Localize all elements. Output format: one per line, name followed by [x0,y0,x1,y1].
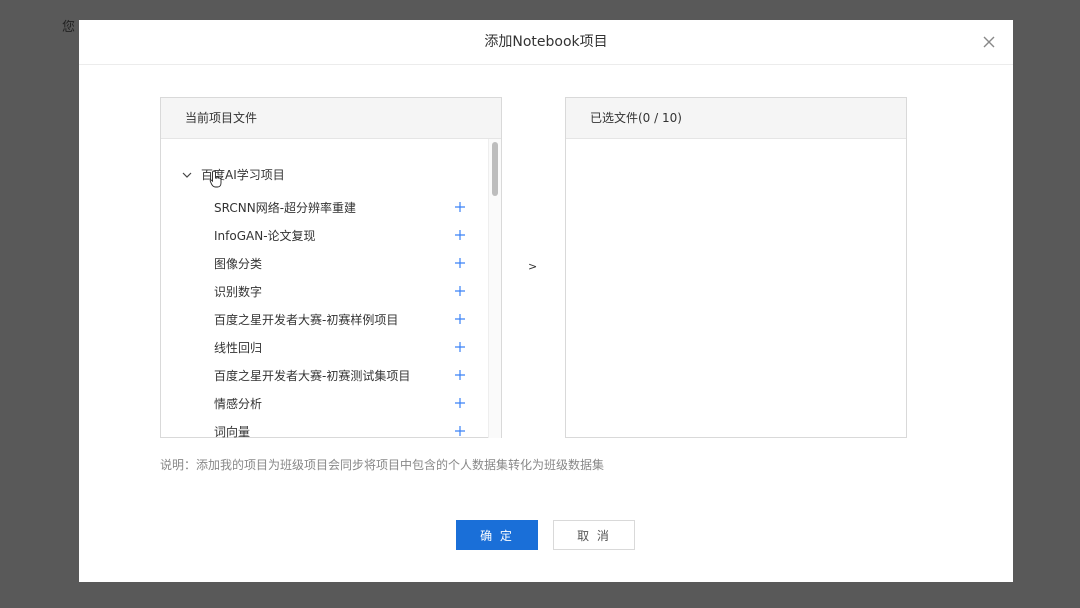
project-name: 线性回归 [214,340,263,355]
plus-icon[interactable] [454,313,466,325]
plus-icon[interactable] [454,229,466,241]
project-name: SRCNN网络-超分辨率重建 [214,200,357,215]
list-item[interactable]: 百度之星开发者大赛-初赛样例项目 [214,309,466,329]
list-item[interactable]: SRCNN网络-超分辨率重建 [214,197,466,217]
project-name: 图像分类 [214,256,263,271]
cancel-button[interactable]: 取 消 [553,520,635,550]
selected-files-panel: 已选文件(0 / 10) [565,97,907,438]
dialog-title: 添加Notebook项目 [484,34,608,50]
project-name: 百度之星开发者大赛-初赛样例项目 [214,312,399,327]
project-tree[interactable]: 百度AI学习项目 SRCNN网络-超分辨率重建 InfoGAN-论文复现 图像分… [161,139,501,438]
plus-icon[interactable] [454,369,466,381]
list-item[interactable]: 图像分类 [214,253,466,273]
add-notebook-dialog: 添加Notebook项目 当前项目文件 百度AI学习项目 SRCNN网络-超分辨… [79,20,1013,582]
chevron-down-icon[interactable] [181,169,193,181]
current-project-files-panel: 当前项目文件 百度AI学习项目 SRCNN网络-超分辨率重建 InfoGAN-论… [160,97,502,438]
close-icon[interactable] [979,32,999,52]
scrollbar-thumb[interactable] [492,142,498,196]
project-name: 识别数字 [214,284,263,299]
list-item[interactable]: 情感分析 [214,393,466,413]
note-text: 说明：添加我的项目为班级项目会同步将项目中包含的个人数据集转化为班级数据集 [160,458,605,472]
plus-icon[interactable] [454,285,466,297]
list-item[interactable]: 百度之星开发者大赛-初赛测试集项目 [214,365,466,385]
project-name: InfoGAN-论文复现 [214,228,316,243]
plus-icon[interactable] [454,201,466,213]
hand-cursor-icon [209,170,222,188]
transfer-arrow-button[interactable]: > [528,260,537,273]
scrollbar[interactable] [488,139,501,438]
project-name: 百度之星开发者大赛-初赛测试集项目 [214,368,411,383]
project-name: 情感分析 [214,396,263,411]
plus-icon[interactable] [454,341,466,353]
dialog-header: 添加Notebook项目 [79,20,1013,65]
list-item[interactable]: InfoGAN-论文复现 [214,225,466,245]
panel-header: 已选文件(0 / 10) [566,98,906,139]
list-item[interactable]: 线性回归 [214,337,466,357]
plus-icon[interactable] [454,257,466,269]
background-text: 您 [62,20,76,35]
list-item[interactable]: 词向量 [214,421,466,438]
confirm-button[interactable]: 确 定 [456,520,538,550]
plus-icon[interactable] [454,397,466,409]
list-item[interactable]: 识别数字 [214,281,466,301]
tree-root-node[interactable]: 百度AI学习项目 [181,166,285,183]
panel-header: 当前项目文件 [161,98,501,139]
project-name: 词向量 [214,424,251,439]
plus-icon[interactable] [454,425,466,437]
